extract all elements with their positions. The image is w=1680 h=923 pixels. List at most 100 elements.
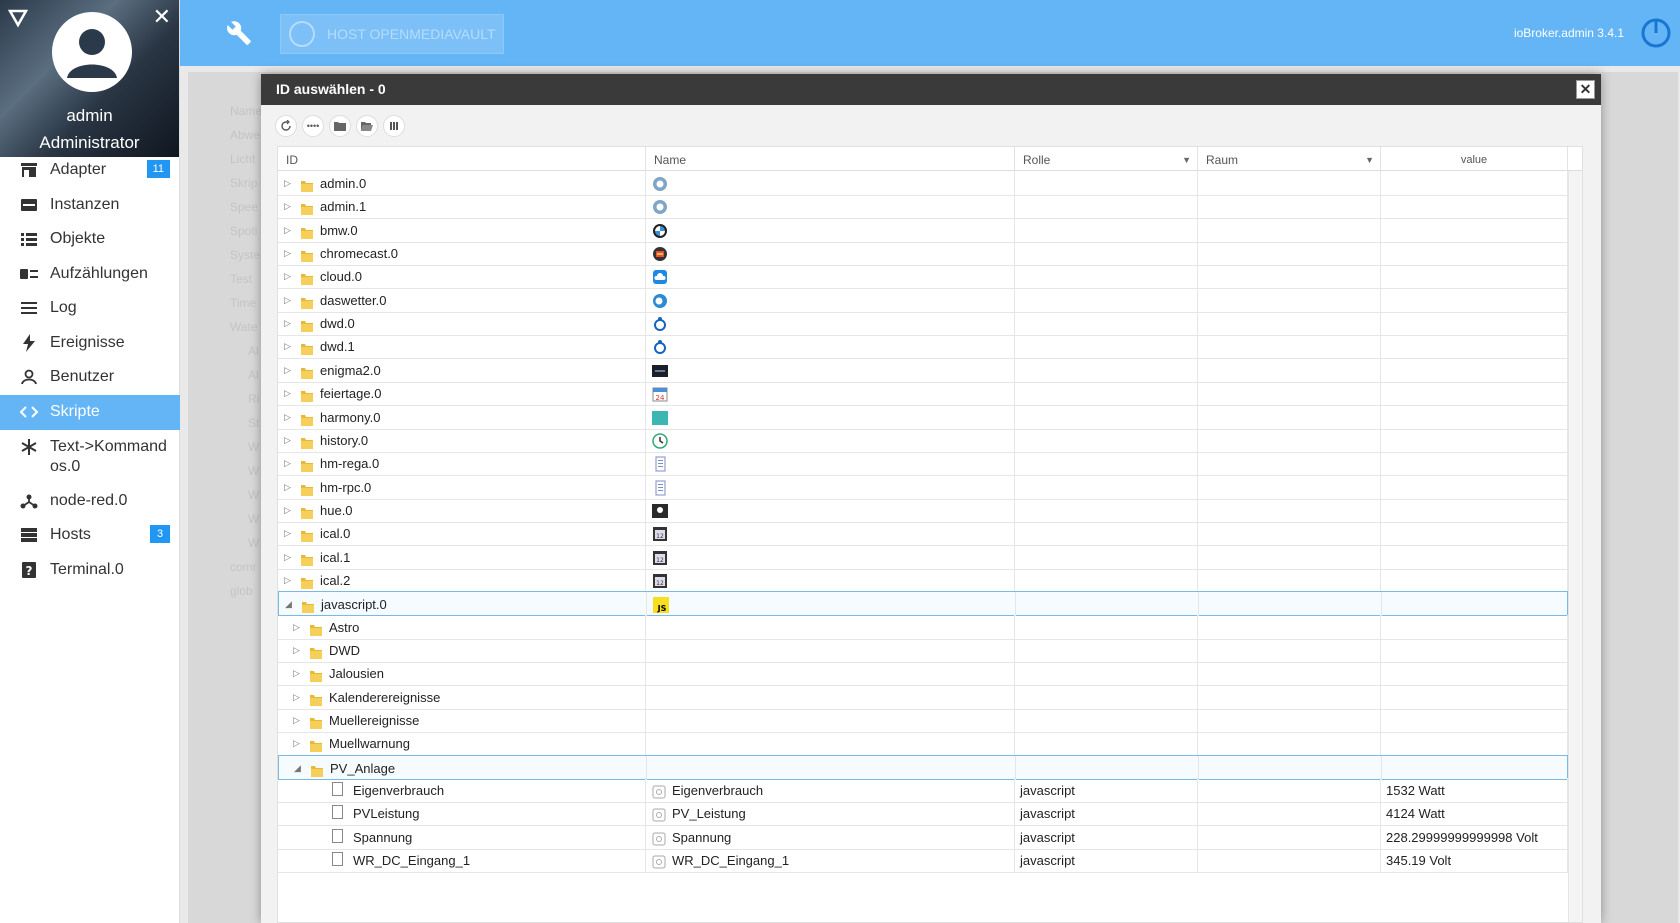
close-sidebar-icon[interactable]: ✕ (153, 4, 171, 30)
expand-arrow-icon[interactable]: ▷ (293, 708, 300, 732)
tree-row[interactable]: ▷ ical.2 12 (278, 567, 1568, 593)
wrench-icon[interactable] (226, 20, 252, 46)
expand-arrow-icon[interactable]: ▷ (284, 451, 291, 475)
sidebar-item-terminal-0[interactable]: ? Terminal.0 (0, 553, 180, 587)
column-header-id[interactable]: ID (278, 147, 646, 171)
column-header-rolle[interactable]: Rolle ▼ (1015, 147, 1198, 171)
filter-dropdown-icon[interactable]: ▼ (1365, 147, 1374, 173)
tree-row[interactable]: ▷ hue.0 (278, 497, 1568, 523)
snowflake-icon (18, 437, 40, 457)
expand-arrow-icon[interactable]: ▷ (284, 311, 291, 335)
expand-arrow-icon[interactable]: ▷ (284, 521, 291, 545)
tree-row[interactable]: ▷ DWD (278, 638, 1568, 663)
tree-row[interactable]: ▷ Jalousien (278, 661, 1568, 687)
expand-arrow-icon[interactable]: ▷ (284, 194, 291, 218)
value-cell (1381, 497, 1568, 522)
state-row[interactable]: Eigenverbrauch Eigenverbrauch javascript 15… (278, 778, 1568, 804)
column-header-name[interactable]: Name (646, 147, 1015, 171)
tree-row[interactable]: ▷ bmw.0 (278, 217, 1568, 243)
expand-arrow-icon[interactable]: ▷ (293, 615, 300, 639)
tree-row[interactable]: ▷ harmony.0 (278, 404, 1568, 430)
collapse-all-button[interactable] (329, 115, 351, 137)
expand-arrow-icon[interactable]: ▷ (293, 661, 300, 685)
sidebar-item-hosts[interactable]: Hosts 3 (0, 518, 180, 552)
tree-row[interactable]: ▷ Kalenderereignisse (278, 684, 1568, 710)
table-header: ID Name Rolle ▼ Raum ▼ value (278, 147, 1582, 171)
power-icon[interactable] (1640, 17, 1672, 49)
sidebar-item-aufz-hlungen[interactable]: Aufzählungen (0, 257, 180, 291)
tree-row[interactable]: ▷ feiertage.0 24 (278, 381, 1568, 407)
sidebar-item-adapter[interactable]: Adapter 11 (0, 153, 180, 187)
tree-row[interactable]: ▷ hm-rega.0 (278, 451, 1568, 477)
tree-row[interactable]: ▷ Astro (278, 614, 1568, 640)
tree-row[interactable]: ▷ ical.1 12 (278, 544, 1568, 570)
lightning-icon (18, 333, 40, 353)
collapse-arrow-icon[interactable]: ◢ (294, 756, 301, 780)
sidebar-item-benutzer[interactable]: Benutzer (0, 360, 180, 394)
expand-all-button[interactable] (356, 115, 378, 137)
id-cell: Spannung (278, 824, 646, 849)
expand-arrow-icon[interactable]: ▷ (284, 288, 291, 312)
background-label: Name (230, 104, 263, 118)
tree-row[interactable]: ▷ enigma2.0 (278, 357, 1568, 383)
expand-arrow-icon[interactable]: ▷ (284, 218, 291, 242)
expand-arrow-icon[interactable]: ▷ (284, 358, 291, 382)
refresh-button[interactable] (275, 115, 297, 137)
role-cell (1015, 334, 1198, 359)
expand-arrow-icon[interactable]: ▷ (284, 381, 291, 405)
iobroker-logo-icon[interactable] (8, 8, 28, 28)
tree-row[interactable]: ▷ ical.0 12 (278, 521, 1568, 547)
columns-button[interactable] (383, 115, 405, 137)
expand-arrow-icon[interactable]: ▷ (284, 545, 291, 569)
tree-row[interactable]: ◢ PV_Anlage (278, 754, 1569, 780)
sidebar-item-objekte[interactable]: Objekte (0, 222, 180, 256)
tree-row[interactable]: ▷ history.0 (278, 427, 1568, 453)
tree-row[interactable]: ▷ chromecast.0 (278, 241, 1568, 267)
expand-arrow-icon[interactable]: ▷ (284, 568, 291, 592)
column-header-value[interactable]: value (1381, 147, 1568, 171)
expand-arrow-icon[interactable]: ▷ (293, 638, 300, 662)
dialog-close-button[interactable]: ✕ (1576, 80, 1595, 99)
tree-row[interactable]: ◢ javascript.0 JS (278, 591, 1569, 617)
name-cell (646, 171, 1015, 195)
tree-row[interactable]: ▷ hm-rpc.0 (278, 474, 1568, 500)
tree-row[interactable]: ▷ admin.1 (278, 194, 1568, 220)
tree-row[interactable]: ▷ Muellwarnung (278, 731, 1568, 757)
tree-row[interactable]: ▷ daswetter.0 (278, 287, 1568, 313)
tree-row[interactable]: ▷ cloud.0 (278, 264, 1568, 290)
filter-dropdown-icon[interactable]: ▼ (1182, 147, 1191, 173)
tree-row[interactable]: ▷ dwd.0 (278, 311, 1568, 337)
object-id: daswetter.0 (320, 292, 387, 308)
room-cell (1198, 661, 1381, 686)
collapse-arrow-icon[interactable]: ◢ (285, 592, 292, 616)
sidebar-item-text-kommandos-0[interactable]: Text->Kommandos.0 (0, 430, 180, 484)
expand-arrow-icon[interactable]: ▷ (284, 171, 291, 195)
expand-arrow-icon[interactable]: ▷ (293, 731, 300, 755)
expand-arrow-icon[interactable]: ▷ (284, 498, 291, 522)
tree-row[interactable]: ▷ Muellereignisse (278, 708, 1568, 734)
expand-arrow-icon[interactable]: ▷ (284, 334, 291, 358)
expand-arrow-icon[interactable]: ▷ (293, 685, 300, 709)
list-view-button[interactable]: •••• (302, 115, 324, 137)
sidebar-item-instanzen[interactable]: Instanzen (0, 188, 180, 222)
sidebar-item-ereignisse[interactable]: Ereignisse (0, 326, 180, 360)
id-cell: ▷ ical.2 (278, 567, 646, 592)
expand-arrow-icon[interactable]: ▷ (284, 405, 291, 429)
expand-arrow-icon[interactable]: ▷ (284, 428, 291, 452)
expand-arrow-icon[interactable]: ▷ (284, 475, 291, 499)
host-selector-button[interactable]: HOST OPENMEDIAVAULT (280, 14, 504, 54)
expand-arrow-icon[interactable]: ▷ (284, 264, 291, 288)
expand-arrow-icon[interactable]: ▷ (284, 241, 291, 265)
state-row[interactable]: PVLeistung PV_Leistung javascript 4124 Watt (278, 801, 1568, 827)
tree-row[interactable]: ▷ dwd.1 (278, 334, 1568, 360)
tree-row[interactable]: ▷ admin.0 (278, 171, 1568, 196)
sidebar-item-log[interactable]: Log (0, 291, 180, 325)
sidebar-item-skripte[interactable]: Skripte (0, 395, 180, 430)
column-header-raum[interactable]: Raum ▼ (1198, 147, 1381, 171)
state-row[interactable]: WR_DC_Eingang_1 WR_DC_Eingang_1 javascript… (278, 848, 1568, 874)
file-icon (332, 782, 343, 797)
state-row[interactable]: Spannung Spannung javascript 228.2999999999… (278, 824, 1568, 850)
vertical-scrollbar[interactable] (1568, 171, 1582, 922)
sidebar-item-label: Ereignisse (50, 334, 125, 351)
sidebar-item-node-red-0[interactable]: node-red.0 (0, 484, 180, 518)
